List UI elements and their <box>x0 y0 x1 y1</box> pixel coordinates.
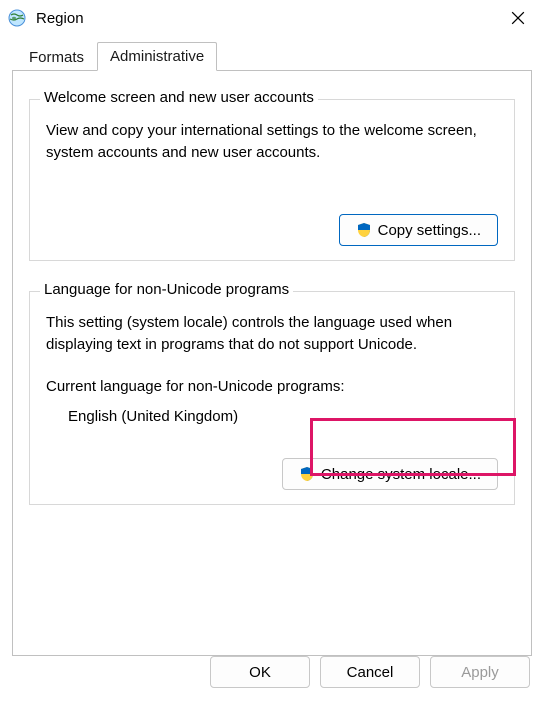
group-non-unicode-legend: Language for non-Unicode programs <box>40 281 293 298</box>
shield-icon <box>299 466 315 482</box>
group-non-unicode-desc: This setting (system locale) controls th… <box>46 312 498 356</box>
current-language-value: English (United Kingdom) <box>46 406 498 428</box>
change-system-locale-button[interactable]: Change system locale... <box>282 458 498 490</box>
tab-formats[interactable]: Formats <box>16 43 97 71</box>
tab-administrative[interactable]: Administrative <box>97 42 217 71</box>
title-bar: Region <box>0 0 544 36</box>
dialog-button-row: OK Cancel Apply <box>210 656 530 688</box>
window-title: Region <box>36 10 496 27</box>
change-system-locale-label: Change system locale... <box>321 466 481 483</box>
apply-button[interactable]: Apply <box>430 656 530 688</box>
cancel-button[interactable]: Cancel <box>320 656 420 688</box>
shield-icon <box>356 222 372 238</box>
copy-settings-button[interactable]: Copy settings... <box>339 214 498 246</box>
close-button[interactable] <box>496 2 540 34</box>
group-welcome-legend: Welcome screen and new user accounts <box>40 89 318 106</box>
group-non-unicode: Language for non-Unicode programs This s… <box>29 291 515 505</box>
current-language-label: Current language for non-Unicode program… <box>46 376 498 398</box>
group-welcome-screen: Welcome screen and new user accounts Vie… <box>29 99 515 261</box>
ok-button[interactable]: OK <box>210 656 310 688</box>
tab-panel: Welcome screen and new user accounts Vie… <box>12 70 532 656</box>
group-welcome-desc: View and copy your international setting… <box>46 120 498 164</box>
globe-icon <box>8 9 26 27</box>
tabs: Formats Administrative <box>12 40 532 70</box>
copy-settings-label: Copy settings... <box>378 222 481 239</box>
